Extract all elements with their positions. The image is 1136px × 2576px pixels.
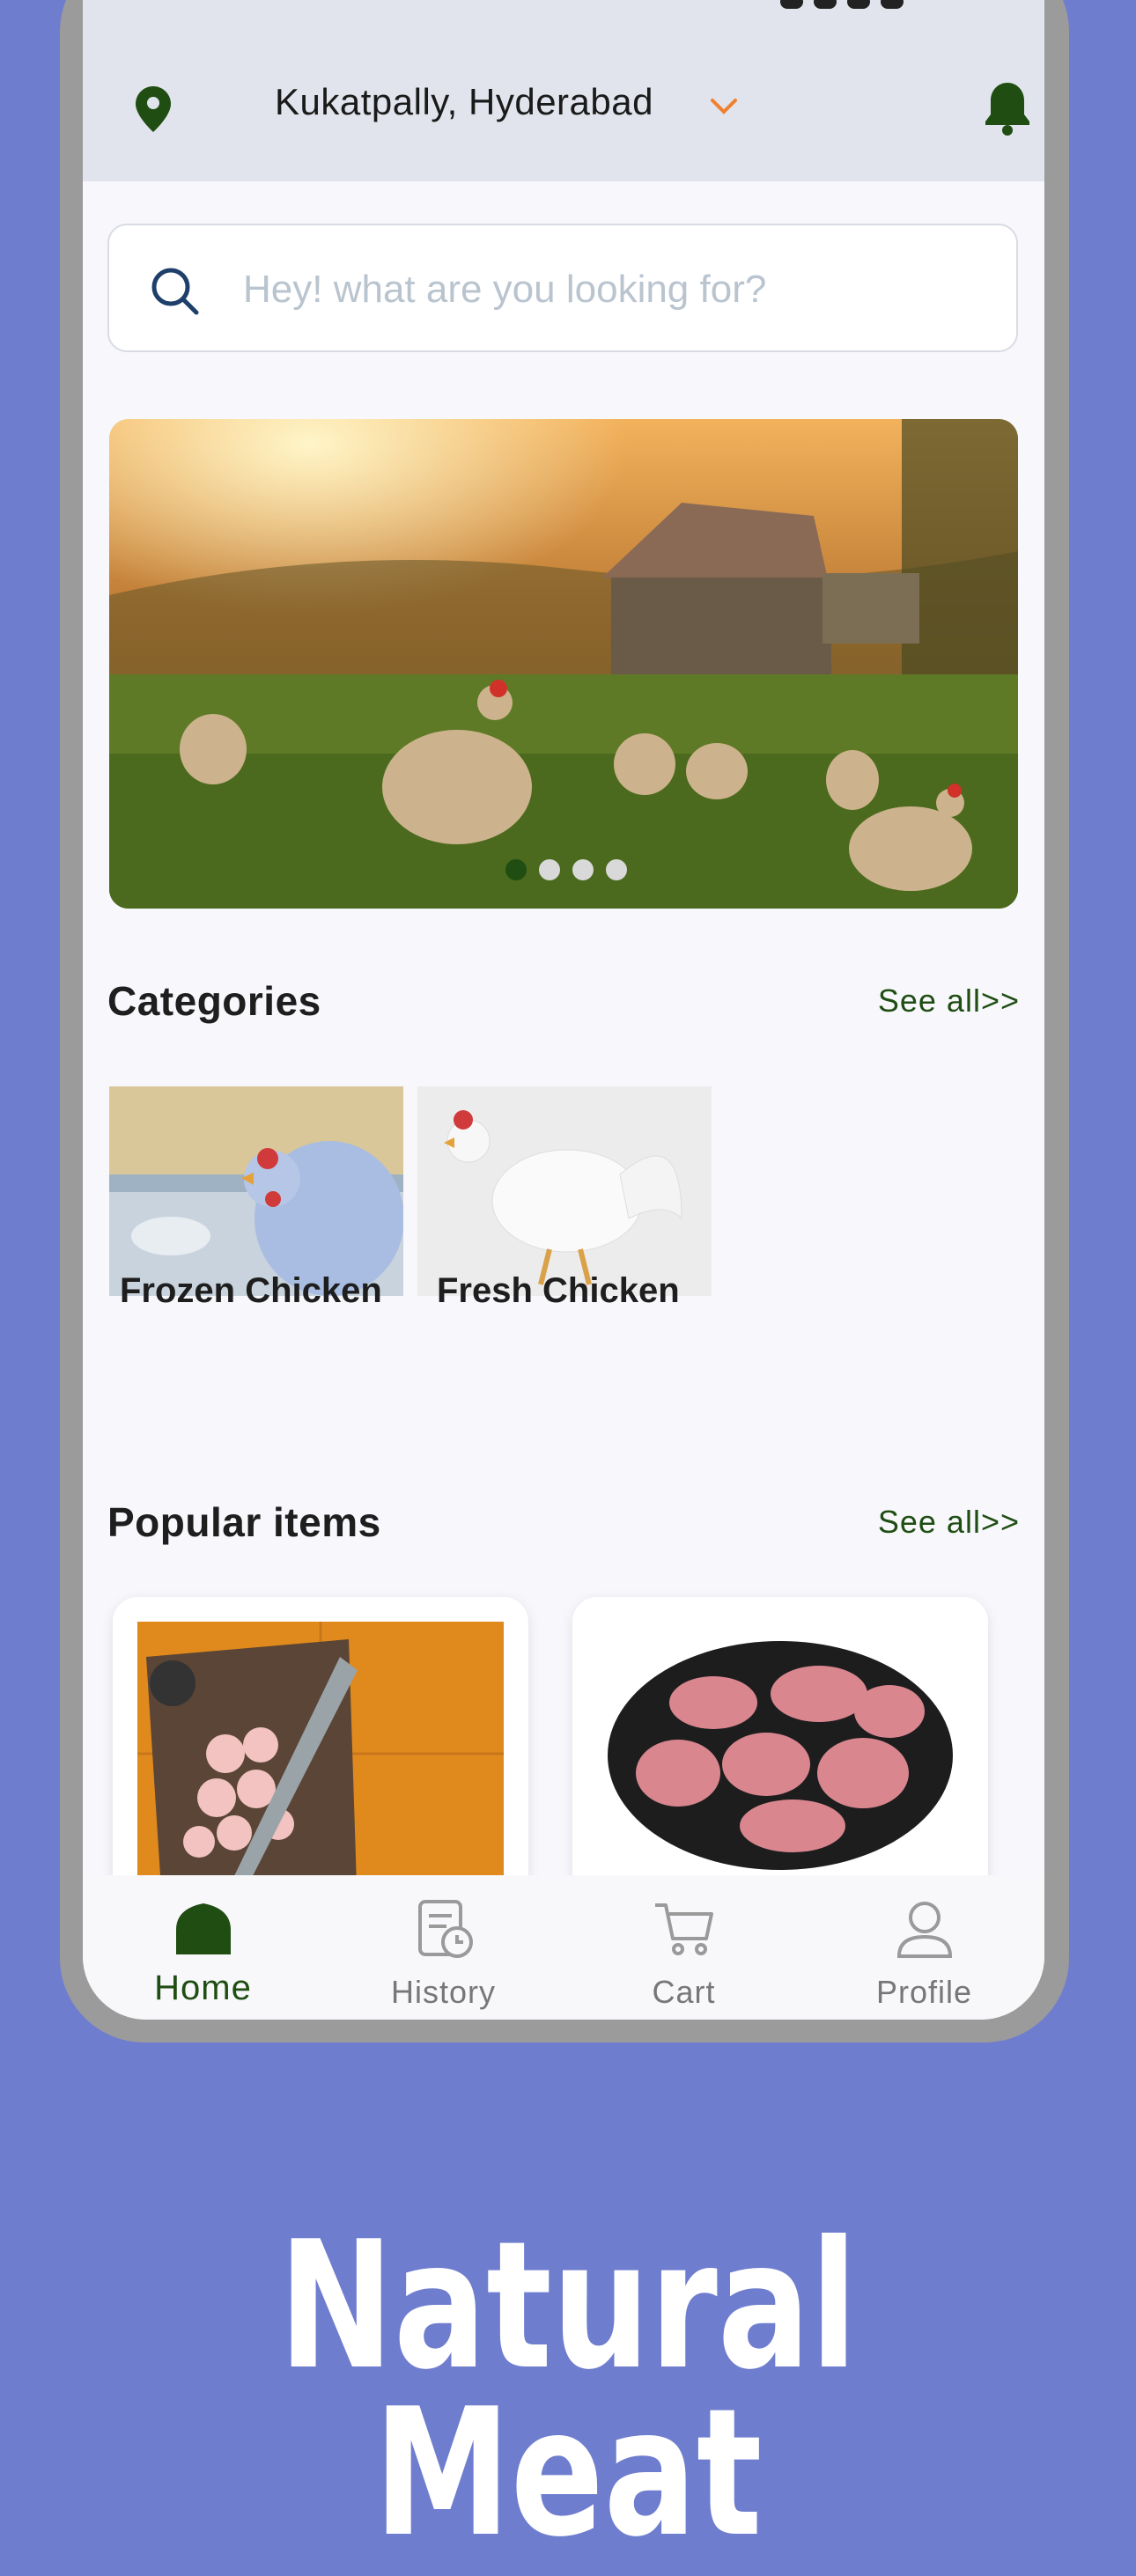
category-card-frozen-chicken[interactable] <box>109 1086 403 1296</box>
history-icon <box>418 1900 473 1958</box>
location-label[interactable]: Kukatpally, Hyderabad <box>275 81 653 123</box>
popular-title: Popular items <box>107 1499 381 1545</box>
nav-item-home[interactable]: Home <box>83 1875 323 2020</box>
frozen-chicken-image <box>109 1086 403 1296</box>
cart-icon <box>655 1903 713 1955</box>
promo-headline-line2: Meat <box>373 2371 763 2576</box>
search-bar[interactable] <box>107 224 1018 352</box>
status-bar-icons <box>780 0 974 12</box>
app-header: Kukatpally, Hyderabad <box>83 0 1044 181</box>
bottom-navigation: Home History Cart Profile <box>83 1875 1044 2020</box>
chevron-down-icon[interactable] <box>710 97 738 116</box>
carousel-dot[interactable] <box>606 859 627 880</box>
nav-item-cart[interactable]: Cart <box>564 1875 804 2020</box>
fresh-chicken-image <box>417 1086 712 1296</box>
categories-title: Categories <box>107 978 321 1024</box>
nav-label: Profile <box>875 1974 973 2010</box>
banner-carousel[interactable] <box>109 419 1018 909</box>
carousel-dot[interactable] <box>572 859 594 880</box>
app-screen: Kukatpally, Hyderabad Hey! what are you … <box>83 0 1044 2020</box>
bell-icon[interactable] <box>983 79 1032 136</box>
nav-item-profile[interactable]: Profile <box>804 1875 1044 2020</box>
farm-chickens-image <box>109 419 1018 909</box>
location-pin-icon[interactable] <box>136 86 171 132</box>
category-card-fresh-chicken[interactable] <box>417 1086 712 1296</box>
carousel-indicators <box>505 859 639 882</box>
category-label[interactable]: Frozen Chicken <box>120 1271 382 1311</box>
profile-icon <box>896 1902 953 1958</box>
categories-see-all-link[interactable]: See all>> <box>878 983 1020 1019</box>
popular-see-all-link[interactable]: See all>> <box>878 1504 1020 1541</box>
category-label[interactable]: Fresh Chicken <box>437 1271 680 1311</box>
nav-label: History <box>390 1974 496 2010</box>
promo-headline-line1: Natural <box>278 2204 858 2409</box>
nav-label: Home <box>154 1969 252 2007</box>
home-icon <box>176 1903 231 1954</box>
carousel-dot[interactable] <box>505 859 527 880</box>
search-icon <box>151 268 199 315</box>
carousel-dot[interactable] <box>539 859 560 880</box>
nav-label: Cart <box>652 1974 716 2010</box>
nav-item-history[interactable]: History <box>323 1875 564 2020</box>
search-input[interactable] <box>241 261 985 319</box>
